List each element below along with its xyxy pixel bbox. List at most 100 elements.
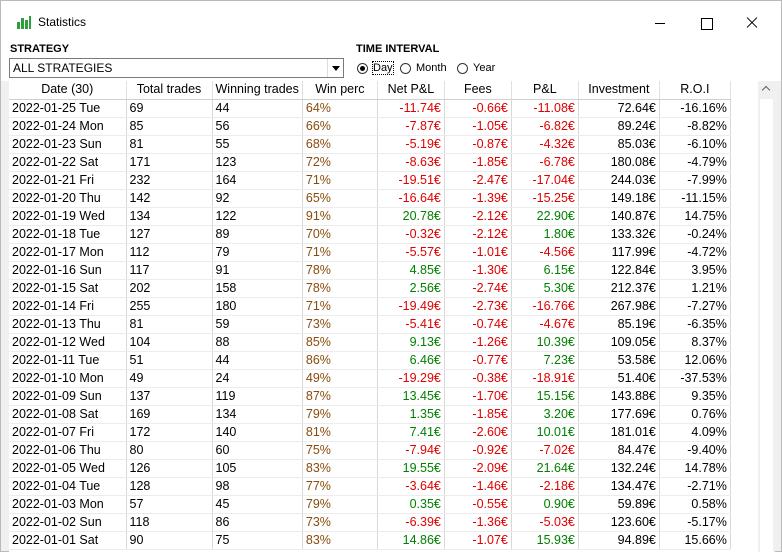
minimize-icon[interactable] <box>637 1 683 41</box>
cell-win-perc[interactable]: 71% <box>302 171 378 190</box>
cell-win-perc[interactable]: 65% <box>302 189 378 208</box>
cell-roi[interactable]: -7.27% <box>659 297 731 316</box>
cell-net-pnl[interactable]: 1.35€ <box>377 405 445 424</box>
cell-net-pnl[interactable]: -5.57€ <box>377 243 445 262</box>
cell-total-trades[interactable]: 118 <box>126 513 213 532</box>
cell-roi[interactable]: -4.72% <box>659 243 731 262</box>
cell-pnl[interactable]: 22.90€ <box>511 207 579 226</box>
cell-winning-trades[interactable]: 44 <box>212 351 303 370</box>
table-row[interactable]: 2022-01-09 Sun 137 119 87% 13.45€ -1.70€ 15.15… <box>9 387 731 406</box>
cell-winning-trades[interactable]: 59 <box>212 315 303 334</box>
cell-win-perc[interactable]: 75% <box>302 441 378 460</box>
cell-fees[interactable]: -1.36€ <box>444 513 512 532</box>
cell-fees[interactable]: -0.74€ <box>444 315 512 334</box>
cell-pnl[interactable]: 21.64€ <box>511 459 579 478</box>
cell-pnl[interactable]: -16.76€ <box>511 297 579 316</box>
cell-win-perc[interactable]: 71% <box>302 297 378 316</box>
cell-date[interactable]: 2022-01-08 Sat <box>9 405 127 424</box>
cell-net-pnl[interactable]: -5.19€ <box>377 135 445 154</box>
table-row[interactable]: 2022-01-19 Wed 134 122 91% 20.78€ -2.12€ 22.90… <box>9 207 731 226</box>
cell-net-pnl[interactable]: 9.13€ <box>377 333 445 352</box>
cell-net-pnl[interactable]: -0.32€ <box>377 225 445 244</box>
cell-pnl[interactable]: -17.04€ <box>511 171 579 190</box>
cell-net-pnl[interactable]: 7.41€ <box>377 423 445 442</box>
cell-winning-trades[interactable]: 75 <box>212 531 303 550</box>
cell-fees[interactable]: -2.73€ <box>444 297 512 316</box>
cell-fees[interactable]: -0.38€ <box>444 369 512 388</box>
column-header-net-pnl[interactable]: Net P&L <box>377 81 445 100</box>
cell-pnl[interactable]: -18.91€ <box>511 369 579 388</box>
cell-date[interactable]: 2022-01-04 Tue <box>9 477 127 496</box>
cell-total-trades[interactable]: 57 <box>126 495 213 514</box>
cell-pnl[interactable]: 3.20€ <box>511 405 579 424</box>
cell-total-trades[interactable]: 117 <box>126 261 213 280</box>
cell-roi[interactable]: -11.15% <box>659 189 731 208</box>
cell-win-perc[interactable]: 83% <box>302 459 378 478</box>
cell-fees[interactable]: -1.26€ <box>444 333 512 352</box>
cell-date[interactable]: 2022-01-05 Wed <box>9 459 127 478</box>
cell-winning-trades[interactable]: 98 <box>212 477 303 496</box>
cell-date[interactable]: 2022-01-15 Sat <box>9 279 127 298</box>
cell-win-perc[interactable]: 86% <box>302 351 378 370</box>
cell-winning-trades[interactable]: 55 <box>212 135 303 154</box>
scrollbar-thumb[interactable] <box>760 99 773 552</box>
cell-pnl[interactable]: -11.08€ <box>511 99 579 118</box>
radio-year-label[interactable]: Year <box>473 62 495 74</box>
table-row[interactable]: 2022-01-14 Fri 255 180 71% -19.49€ -2.73€ -16.… <box>9 297 731 316</box>
cell-roi[interactable]: -0.24% <box>659 225 731 244</box>
cell-total-trades[interactable]: 112 <box>126 243 213 262</box>
cell-fees[interactable]: -1.07€ <box>444 531 512 550</box>
cell-roi[interactable]: 0.58% <box>659 495 731 514</box>
cell-win-perc[interactable]: 79% <box>302 405 378 424</box>
cell-win-perc[interactable]: 77% <box>302 477 378 496</box>
radio-day-dot[interactable] <box>357 63 368 74</box>
cell-investment[interactable]: 149.18€ <box>578 189 660 208</box>
cell-date[interactable]: 2022-01-21 Fri <box>9 171 127 190</box>
table-row[interactable]: 2022-01-13 Thu 81 59 73% -5.41€ -0.74€ -4.67€ 8… <box>9 315 731 334</box>
close-icon[interactable] <box>729 1 775 41</box>
cell-total-trades[interactable]: 137 <box>126 387 213 406</box>
cell-investment[interactable]: 140.87€ <box>578 207 660 226</box>
cell-pnl[interactable]: -4.67€ <box>511 315 579 334</box>
table-row[interactable]: 2022-01-21 Fri 232 164 71% -19.51€ -2.47€ -17.… <box>9 171 731 190</box>
cell-fees[interactable]: -1.46€ <box>444 477 512 496</box>
chevron-down-icon[interactable] <box>327 59 343 77</box>
cell-winning-trades[interactable]: 105 <box>212 459 303 478</box>
cell-pnl[interactable]: 15.15€ <box>511 387 579 406</box>
cell-date[interactable]: 2022-01-25 Tue <box>9 99 127 118</box>
cell-roi[interactable]: 0.76% <box>659 405 731 424</box>
cell-pnl[interactable]: -6.82€ <box>511 117 579 136</box>
cell-winning-trades[interactable]: 91 <box>212 261 303 280</box>
cell-fees[interactable]: -0.87€ <box>444 135 512 154</box>
cell-fees[interactable]: -1.01€ <box>444 243 512 262</box>
cell-winning-trades[interactable]: 158 <box>212 279 303 298</box>
cell-pnl[interactable]: 10.39€ <box>511 333 579 352</box>
cell-fees[interactable]: -2.12€ <box>444 207 512 226</box>
cell-total-trades[interactable]: 171 <box>126 153 213 172</box>
cell-win-perc[interactable]: 70% <box>302 225 378 244</box>
cell-date[interactable]: 2022-01-22 Sat <box>9 153 127 172</box>
cell-winning-trades[interactable]: 60 <box>212 441 303 460</box>
cell-pnl[interactable]: -4.56€ <box>511 243 579 262</box>
cell-fees[interactable]: -1.85€ <box>444 153 512 172</box>
cell-date[interactable]: 2022-01-09 Sun <box>9 387 127 406</box>
cell-total-trades[interactable]: 172 <box>126 423 213 442</box>
cell-roi[interactable]: 12.06% <box>659 351 731 370</box>
cell-investment[interactable]: 133.32€ <box>578 225 660 244</box>
table-row[interactable]: 2022-01-24 Mon 85 56 66% -7.87€ -1.05€ -6.82€ 8… <box>9 117 731 136</box>
table-row[interactable]: 2022-01-15 Sat 202 158 78% 2.56€ -2.74€ 5.30€ 2… <box>9 279 731 298</box>
cell-win-perc[interactable]: 78% <box>302 279 378 298</box>
cell-fees[interactable]: -2.47€ <box>444 171 512 190</box>
cell-net-pnl[interactable]: -3.64€ <box>377 477 445 496</box>
cell-pnl[interactable]: 0.90€ <box>511 495 579 514</box>
table-row[interactable]: 2022-01-08 Sat 169 134 79% 1.35€ -1.85€ 3.20€ 1… <box>9 405 731 424</box>
cell-net-pnl[interactable]: -19.29€ <box>377 369 445 388</box>
cell-investment[interactable]: 72.64€ <box>578 99 660 118</box>
cell-investment[interactable]: 85.03€ <box>578 135 660 154</box>
cell-net-pnl[interactable]: -16.64€ <box>377 189 445 208</box>
cell-net-pnl[interactable]: -8.63€ <box>377 153 445 172</box>
vertical-scrollbar[interactable] <box>758 81 775 552</box>
cell-roi[interactable]: -6.10% <box>659 135 731 154</box>
cell-investment[interactable]: 59.89€ <box>578 495 660 514</box>
cell-total-trades[interactable]: 51 <box>126 351 213 370</box>
